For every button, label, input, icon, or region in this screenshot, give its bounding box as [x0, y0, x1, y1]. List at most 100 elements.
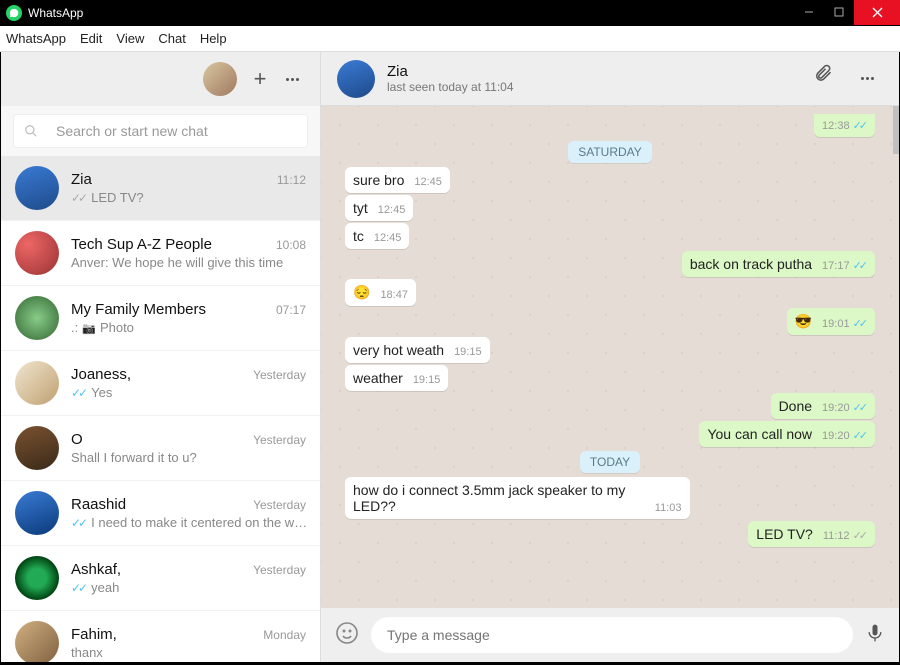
- message-bubble[interactable]: back on track putha 17:17✓✓: [682, 251, 875, 277]
- message-time: 19:20✓✓: [822, 429, 867, 442]
- new-chat-button[interactable]: [244, 63, 276, 95]
- menu-whatsapp[interactable]: WhatsApp: [6, 31, 66, 46]
- minimize-button[interactable]: [794, 1, 824, 23]
- chat-list-item[interactable]: Tech Sup A-Z People 10:08 Anver: We hope…: [1, 221, 320, 286]
- messages-area[interactable]: 12:38✓✓SATURDAY sure bro 12:45 tyt 12:45…: [321, 106, 899, 608]
- chat-preview: Anver: We hope he will give this time: [71, 255, 306, 270]
- chat-time: Yesterday: [253, 498, 306, 512]
- chat-name: Tech Sup A-Z People: [71, 236, 212, 253]
- chat-list-item[interactable]: Fahim, Monday thanx: [1, 611, 320, 662]
- chat-preview: .: Photo: [71, 320, 306, 335]
- message-bubble[interactable]: sure bro 12:45: [345, 167, 450, 193]
- message-input[interactable]: [371, 617, 853, 653]
- chat-time: 11:12: [277, 173, 306, 187]
- message-text: 😔: [353, 284, 372, 301]
- day-separator: SATURDAY: [568, 141, 652, 163]
- conversation-menu-button[interactable]: [851, 63, 883, 95]
- delivery-ticks-icon: ✓✓: [853, 401, 865, 414]
- chat-name: Raashid: [71, 496, 126, 513]
- delivery-ticks-icon: ✓✓: [853, 529, 865, 542]
- message-text: back on track putha: [690, 256, 814, 272]
- message-bubble[interactable]: 😎 19:01✓✓: [787, 308, 875, 335]
- avatar: [15, 621, 59, 662]
- emoji-button[interactable]: [335, 621, 359, 650]
- maximize-button[interactable]: [824, 1, 854, 23]
- sidebar-header: [1, 52, 320, 106]
- message-text: tyt: [353, 200, 370, 216]
- message-time: 12:45: [414, 176, 442, 188]
- message-bubble[interactable]: how do i connect 3.5mm jack speaker to m…: [345, 477, 690, 519]
- chat-preview: ✓✓yeah: [71, 580, 306, 595]
- chat-list-item[interactable]: My Family Members 07:17 .: Photo: [1, 286, 320, 351]
- delivery-ticks-icon: ✓✓: [71, 191, 85, 205]
- message-time: 19:15: [454, 346, 482, 358]
- chat-list-item[interactable]: O Yesterday Shall I forward it to u?: [1, 416, 320, 481]
- composer: [321, 608, 899, 662]
- message-text: LED TV?: [756, 526, 815, 542]
- menu-button[interactable]: [276, 63, 308, 95]
- message-bubble[interactable]: Done 19:20✓✓: [771, 393, 875, 419]
- search-input[interactable]: Search or start new chat: [13, 114, 308, 148]
- chat-time: Yesterday: [253, 563, 306, 577]
- chat-preview: ✓✓I need to make it centered on the w…: [71, 515, 306, 530]
- menu-edit[interactable]: Edit: [80, 31, 102, 46]
- message-bubble[interactable]: tyt 12:45: [345, 195, 413, 221]
- delivery-ticks-icon: ✓✓: [853, 259, 865, 272]
- delivery-ticks-icon: ✓✓: [71, 581, 85, 595]
- chat-name: Fahim,: [71, 626, 117, 643]
- message-time: 11:03: [655, 502, 682, 514]
- message-bubble[interactable]: weather 19:15: [345, 365, 448, 391]
- menu-help[interactable]: Help: [200, 31, 227, 46]
- message-text: very hot weath: [353, 342, 446, 358]
- contact-status: last seen today at 11:04: [387, 80, 514, 94]
- message-time: 19:15: [413, 374, 441, 386]
- chat-list-item[interactable]: Zia 11:12 ✓✓LED TV?: [1, 156, 320, 221]
- chat-time: 10:08: [276, 238, 306, 252]
- titlebar: WhatsApp: [0, 0, 900, 26]
- message-time: 12:45: [374, 232, 402, 244]
- chat-name: Joaness,: [71, 366, 131, 383]
- sidebar: Search or start new chat Zia 11:12 ✓✓LED…: [1, 52, 321, 662]
- message-text: weather: [353, 370, 405, 386]
- contact-name: Zia: [387, 63, 514, 80]
- message-text: sure bro: [353, 172, 406, 188]
- chat-list-item[interactable]: Ashkaf, Yesterday ✓✓yeah: [1, 546, 320, 611]
- avatar: [15, 556, 59, 600]
- chat-time: Monday: [263, 628, 306, 642]
- message-bubble[interactable]: tc 12:45: [345, 223, 409, 249]
- chat-preview: thanx: [71, 645, 306, 660]
- avatar: [15, 296, 59, 340]
- chat-preview: ✓✓LED TV?: [71, 190, 306, 205]
- message-bubble[interactable]: very hot weath 19:15: [345, 337, 490, 363]
- message-bubble[interactable]: 😔 18:47: [345, 279, 416, 306]
- menu-chat[interactable]: Chat: [158, 31, 185, 46]
- attach-button[interactable]: [813, 63, 833, 95]
- avatar: [15, 166, 59, 210]
- chat-list-item[interactable]: Raashid Yesterday ✓✓I need to make it ce…: [1, 481, 320, 546]
- avatar: [15, 361, 59, 405]
- chat-time: Yesterday: [253, 368, 306, 382]
- avatar: [15, 491, 59, 535]
- chat-preview: Shall I forward it to u?: [71, 450, 306, 465]
- message-time: 11:12✓✓: [823, 529, 867, 542]
- search-placeholder: Search or start new chat: [56, 123, 208, 139]
- chat-time: Yesterday: [253, 433, 306, 447]
- message-bubble[interactable]: You can call now 19:20✓✓: [699, 421, 875, 447]
- delivery-ticks-icon: ✓✓: [853, 119, 865, 132]
- close-button[interactable]: [854, 0, 900, 25]
- my-avatar[interactable]: [203, 62, 237, 96]
- menu-view[interactable]: View: [116, 31, 144, 46]
- camera-icon: [82, 320, 96, 335]
- voice-button[interactable]: [865, 621, 885, 650]
- avatar: [15, 426, 59, 470]
- window-title: WhatsApp: [28, 6, 83, 20]
- message-bubble[interactable]: LED TV? 11:12✓✓: [748, 521, 875, 547]
- avatar: [15, 231, 59, 275]
- chat-list-item[interactable]: Joaness, Yesterday ✓✓Yes: [1, 351, 320, 416]
- contact-avatar[interactable]: [337, 60, 375, 98]
- message-time: 19:01✓✓: [822, 317, 867, 330]
- photo-prefix: .:: [71, 320, 78, 335]
- scrollbar[interactable]: [893, 106, 899, 154]
- delivery-ticks-icon: ✓✓: [853, 429, 865, 442]
- message-time: 12:45: [378, 204, 406, 216]
